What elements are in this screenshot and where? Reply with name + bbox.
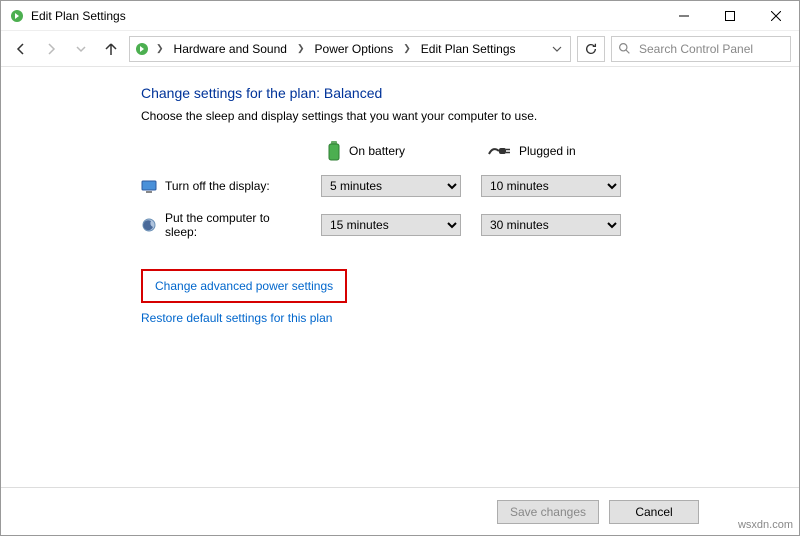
footer: Save changes Cancel xyxy=(1,487,799,535)
plug-icon xyxy=(487,144,511,158)
chevron-right-icon[interactable]: ❯ xyxy=(154,43,166,54)
refresh-button[interactable] xyxy=(577,36,605,62)
up-button[interactable] xyxy=(99,37,123,61)
column-on-battery-label: On battery xyxy=(349,144,405,158)
display-plugged-select[interactable]: 10 minutes xyxy=(481,175,621,197)
app-icon xyxy=(9,8,25,24)
titlebar: Edit Plan Settings xyxy=(1,1,799,31)
content: Change settings for the plan: Balanced C… xyxy=(1,67,799,487)
navbar: ❯ Hardware and Sound ❯ Power Options ❯ E… xyxy=(1,31,799,67)
column-plugged-in-label: Plugged in xyxy=(519,144,576,158)
power-options-icon xyxy=(134,41,150,57)
chevron-right-icon[interactable]: ❯ xyxy=(401,43,413,54)
highlight-box: Change advanced power settings xyxy=(141,269,347,303)
row-sleep-label: Put the computer to sleep: xyxy=(165,211,301,239)
maximize-button[interactable] xyxy=(707,1,753,31)
display-battery-select[interactable]: 5 minutes xyxy=(321,175,461,197)
search-box[interactable] xyxy=(611,36,791,62)
breadcrumb-edit-plan-settings[interactable]: Edit Plan Settings xyxy=(417,40,520,58)
search-icon xyxy=(618,42,631,55)
address-dropdown[interactable] xyxy=(548,37,566,61)
row-turn-off-display: Turn off the display: xyxy=(141,178,301,194)
sleep-battery-select[interactable]: 15 minutes xyxy=(321,214,461,236)
links-section: Change advanced power settings Restore d… xyxy=(141,269,799,325)
address-bar[interactable]: ❯ Hardware and Sound ❯ Power Options ❯ E… xyxy=(129,36,571,62)
back-button[interactable] xyxy=(9,37,33,61)
search-input[interactable] xyxy=(637,41,796,57)
display-icon xyxy=(141,178,157,194)
sleep-plugged-select[interactable]: 30 minutes xyxy=(481,214,621,236)
settings-grid: On battery Plugged in xyxy=(141,141,799,239)
recent-locations-dropdown[interactable] xyxy=(69,37,93,61)
window-title: Edit Plan Settings xyxy=(31,9,126,23)
battery-icon xyxy=(327,141,341,161)
sleep-icon xyxy=(141,217,157,233)
page-subtext: Choose the sleep and display settings th… xyxy=(141,109,799,123)
titlebar-left: Edit Plan Settings xyxy=(9,8,126,24)
row-turn-off-display-label: Turn off the display: xyxy=(165,179,270,193)
minimize-button[interactable] xyxy=(661,1,707,31)
breadcrumb-power-options[interactable]: Power Options xyxy=(311,40,398,58)
close-button[interactable] xyxy=(753,1,799,31)
cancel-button[interactable]: Cancel xyxy=(609,500,699,524)
column-on-battery: On battery xyxy=(321,141,461,161)
window-controls xyxy=(661,1,799,31)
column-plugged-in: Plugged in xyxy=(481,144,621,158)
save-changes-button[interactable]: Save changes xyxy=(497,500,599,524)
window: Edit Plan Settings xyxy=(0,0,800,536)
breadcrumb-hardware-sound[interactable]: Hardware and Sound xyxy=(170,40,291,58)
chevron-right-icon[interactable]: ❯ xyxy=(295,43,307,54)
page-heading: Change settings for the plan: Balanced xyxy=(141,85,799,101)
watermark: wsxdn.com xyxy=(738,519,793,531)
row-sleep: Put the computer to sleep: xyxy=(141,211,301,239)
restore-default-settings-link[interactable]: Restore default settings for this plan xyxy=(141,311,332,325)
forward-button[interactable] xyxy=(39,37,63,61)
change-advanced-power-settings-link[interactable]: Change advanced power settings xyxy=(155,279,333,293)
